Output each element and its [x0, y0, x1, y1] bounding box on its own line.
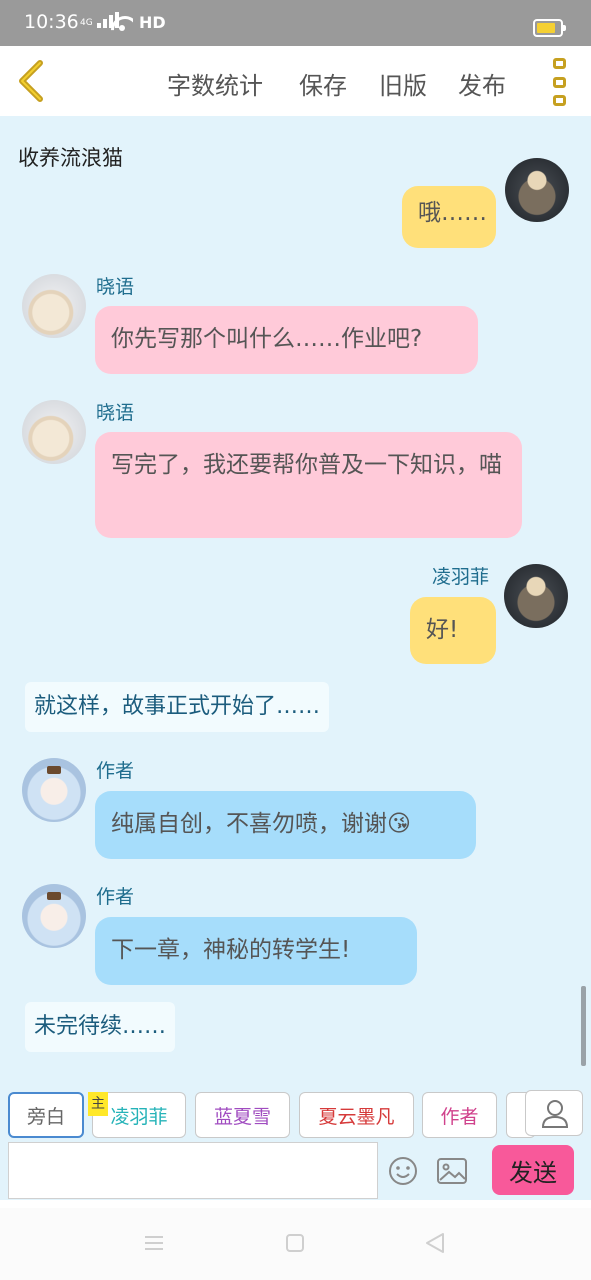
home-icon[interactable] [285, 1233, 305, 1253]
message-text: 纯属自创，不喜勿喷，谢谢 [111, 811, 387, 837]
avatar-author [22, 884, 86, 948]
back-nav-icon[interactable] [424, 1232, 446, 1254]
person-icon [541, 1100, 569, 1128]
message-bubble: 哦…… [402, 186, 496, 248]
wifi-icon [111, 16, 133, 32]
speaker-name: 凌羽菲 [432, 566, 490, 588]
chat-area[interactable]: 收养流浪猫 哦…… 晓语 你先写那个叫什么……作业吧? 晓语 写完了，我还要帮你… [0, 116, 591, 1070]
image-icon[interactable] [436, 1156, 468, 1186]
message-bubble: 写完了，我还要帮你普及一下知识，喵 [95, 432, 522, 538]
avatar-ling-yufei [504, 564, 568, 628]
message-text: 好! [426, 617, 459, 643]
send-button[interactable]: 发送 [492, 1145, 574, 1195]
menu-icon[interactable] [144, 1233, 164, 1253]
character-chip-author[interactable]: 作者 [422, 1092, 497, 1138]
main-character-badge: 主 [88, 1092, 108, 1116]
speaker-name: 作者 [96, 760, 135, 782]
message-input[interactable] [8, 1142, 378, 1199]
composer-panel: 旁白 凌羽菲 主 蓝夏雪 夏云墨凡 作者 发送 [0, 1070, 591, 1200]
publish-button[interactable]: 发布 [458, 66, 506, 101]
hd-indicator: HD [139, 13, 166, 32]
character-chip-narrator[interactable]: 旁白 [8, 1092, 84, 1138]
scrollbar[interactable] [581, 986, 586, 1066]
avatar-author [22, 758, 86, 822]
system-nav-bar [0, 1208, 591, 1280]
save-button[interactable]: 保存 [299, 66, 347, 101]
word-count-button[interactable]: 字数统计 [167, 66, 263, 101]
top-toolbar: 字数统计 保存 旧版 发布 [0, 46, 591, 116]
back-icon[interactable] [16, 60, 46, 102]
message-bubble: 你先写那个叫什么……作业吧? [95, 306, 478, 374]
emoji-icon[interactable] [388, 1156, 418, 1186]
message-bubble: 下一章，神秘的转学生! [95, 917, 417, 985]
story-title: 收养流浪猫 [18, 146, 123, 170]
character-chip-lan-xiaxue[interactable]: 蓝夏雪 [195, 1092, 290, 1138]
character-chip-xiayun-mofan[interactable]: 夏云墨凡 [299, 1092, 414, 1138]
avatar-xiaoyu [22, 274, 86, 338]
status-bar: 10:36 4G HD [0, 0, 591, 46]
narration-text: 未完待续…… [25, 1002, 176, 1052]
message-text: 你先写那个叫什么……作业吧? [111, 326, 423, 352]
character-manage-button[interactable] [525, 1090, 583, 1136]
more-menu-icon[interactable] [549, 58, 569, 106]
speaker-name: 作者 [96, 886, 135, 908]
speaker-name: 晓语 [96, 276, 135, 298]
speaker-name: 晓语 [96, 402, 135, 424]
avatar-ling-yufei [505, 158, 569, 222]
avatar-xiaoyu [22, 400, 86, 464]
message-text: 下一章，神秘的转学生! [111, 937, 351, 963]
old-version-button[interactable]: 旧版 [379, 66, 427, 101]
message-bubble: 好! [410, 597, 496, 664]
message-bubble: 纯属自创，不喜勿喷，谢谢😘 [95, 791, 476, 859]
narration-text: 就这样，故事正式开始了…… [25, 682, 330, 732]
message-text: 写完了，我还要帮你普及一下知识，喵 [111, 452, 502, 478]
battery-icon [533, 19, 566, 37]
message-text: 哦…… [418, 200, 487, 226]
kiss-emoji-icon: 😘 [387, 811, 411, 837]
status-time: 10:36 [24, 11, 79, 33]
